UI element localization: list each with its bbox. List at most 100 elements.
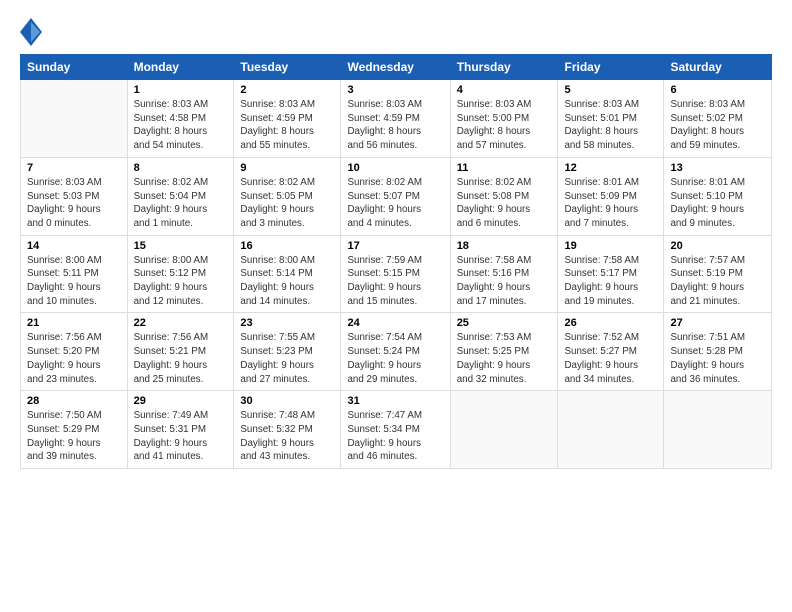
column-header-tuesday: Tuesday (234, 55, 341, 80)
calendar-cell: 1 Sunrise: 8:03 AM Sunset: 4:58 PM Daylig… (127, 80, 234, 158)
logo (20, 18, 46, 46)
calendar-week-row: 1 Sunrise: 8:03 AM Sunset: 4:58 PM Daylig… (21, 80, 772, 158)
day-info: Sunrise: 8:03 AM Sunset: 4:59 PM Dayligh… (240, 98, 334, 153)
day-info: Sunrise: 8:03 AM Sunset: 5:03 PM Dayligh… (27, 176, 121, 231)
calendar-week-row: 28Sunrise: 7:50 AM Sunset: 5:29 PM Dayli… (21, 391, 772, 469)
day-number: 3 (347, 84, 443, 96)
day-number: 23 (240, 317, 334, 329)
day-number: 7 (27, 162, 121, 174)
page: SundayMondayTuesdayWednesdayThursdayFrid… (0, 0, 792, 612)
calendar-cell: 26 Sunrise: 7:52 AM Sunset: 5:27 PM Dayli… (558, 313, 664, 391)
day-number: 31 (347, 395, 443, 407)
day-info: Sunrise: 8:02 AM Sunset: 5:05 PM Dayligh… (240, 176, 334, 231)
calendar-week-row: 7 Sunrise: 8:03 AM Sunset: 5:03 PM Daylig… (21, 157, 772, 235)
day-number: 24 (347, 317, 443, 329)
day-info: Sunrise: 8:00 AM Sunset: 5:12 PM Dayligh… (134, 254, 228, 309)
day-info: Sunrise: 8:03 AM Sunset: 4:58 PM Dayligh… (134, 98, 228, 153)
day-info: Sunrise: 8:03 AM Sunset: 5:01 PM Dayligh… (564, 98, 657, 153)
column-header-monday: Monday (127, 55, 234, 80)
calendar-header-row: SundayMondayTuesdayWednesdayThursdayFrid… (21, 55, 772, 80)
day-number: 20 (670, 240, 765, 252)
calendar-cell: 29 Sunrise: 7:49 AM Sunset: 5:31 PM Dayli… (127, 391, 234, 469)
calendar-cell (664, 391, 772, 469)
calendar-cell: 5 Sunrise: 8:03 AM Sunset: 5:01 PM Daylig… (558, 80, 664, 158)
calendar-cell: 8 Sunrise: 8:02 AM Sunset: 5:04 PM Daylig… (127, 157, 234, 235)
day-number: 1 (134, 84, 228, 96)
calendar-cell: 2 Sunrise: 8:03 AM Sunset: 4:59 PM Daylig… (234, 80, 341, 158)
day-info: Sunrise: 8:02 AM Sunset: 5:04 PM Dayligh… (134, 176, 228, 231)
calendar-cell: 9Sunrise: 8:02 AM Sunset: 5:05 PM Daylig… (234, 157, 341, 235)
day-info: Sunrise: 7:48 AM Sunset: 5:32 PM Dayligh… (240, 409, 334, 464)
calendar-cell: 30 Sunrise: 7:48 AM Sunset: 5:32 PM Dayli… (234, 391, 341, 469)
day-number: 15 (134, 240, 228, 252)
calendar-week-row: 14Sunrise: 8:00 AM Sunset: 5:11 PM Dayli… (21, 235, 772, 313)
day-number: 18 (457, 240, 552, 252)
calendar-cell (558, 391, 664, 469)
day-info: Sunrise: 8:03 AM Sunset: 5:02 PM Dayligh… (670, 98, 765, 153)
day-number: 27 (670, 317, 765, 329)
column-header-wednesday: Wednesday (341, 55, 450, 80)
day-info: Sunrise: 7:57 AM Sunset: 5:19 PM Dayligh… (670, 254, 765, 309)
day-number: 10 (347, 162, 443, 174)
calendar-cell: 17 Sunrise: 7:59 AM Sunset: 5:15 PM Dayli… (341, 235, 450, 313)
calendar-cell: 13Sunrise: 8:01 AM Sunset: 5:10 PM Dayli… (664, 157, 772, 235)
day-info: Sunrise: 7:51 AM Sunset: 5:28 PM Dayligh… (670, 331, 765, 386)
calendar-cell: 6 Sunrise: 8:03 AM Sunset: 5:02 PM Daylig… (664, 80, 772, 158)
day-number: 16 (240, 240, 334, 252)
day-info: Sunrise: 7:58 AM Sunset: 5:16 PM Dayligh… (457, 254, 552, 309)
calendar-cell: 12 Sunrise: 8:01 AM Sunset: 5:09 PM Dayli… (558, 157, 664, 235)
logo-icon (20, 18, 42, 46)
calendar-cell: 19 Sunrise: 7:58 AM Sunset: 5:17 PM Dayli… (558, 235, 664, 313)
day-number: 29 (134, 395, 228, 407)
day-number: 8 (134, 162, 228, 174)
day-number: 21 (27, 317, 121, 329)
day-info: Sunrise: 8:03 AM Sunset: 4:59 PM Dayligh… (347, 98, 443, 153)
day-info: Sunrise: 7:59 AM Sunset: 5:15 PM Dayligh… (347, 254, 443, 309)
calendar-table: SundayMondayTuesdayWednesdayThursdayFrid… (20, 54, 772, 469)
calendar-week-row: 21Sunrise: 7:56 AM Sunset: 5:20 PM Dayli… (21, 313, 772, 391)
column-header-sunday: Sunday (21, 55, 128, 80)
calendar-cell: 10Sunrise: 8:02 AM Sunset: 5:07 PM Dayli… (341, 157, 450, 235)
day-info: Sunrise: 7:56 AM Sunset: 5:21 PM Dayligh… (134, 331, 228, 386)
day-number: 30 (240, 395, 334, 407)
day-info: Sunrise: 8:01 AM Sunset: 5:09 PM Dayligh… (564, 176, 657, 231)
calendar-cell (450, 391, 558, 469)
day-info: Sunrise: 7:58 AM Sunset: 5:17 PM Dayligh… (564, 254, 657, 309)
day-info: Sunrise: 7:52 AM Sunset: 5:27 PM Dayligh… (564, 331, 657, 386)
day-number: 17 (347, 240, 443, 252)
column-header-thursday: Thursday (450, 55, 558, 80)
calendar-cell (21, 80, 128, 158)
calendar-cell: 27 Sunrise: 7:51 AM Sunset: 5:28 PM Dayli… (664, 313, 772, 391)
day-info: Sunrise: 7:54 AM Sunset: 5:24 PM Dayligh… (347, 331, 443, 386)
day-info: Sunrise: 8:03 AM Sunset: 5:00 PM Dayligh… (457, 98, 552, 153)
calendar-cell: 16 Sunrise: 8:00 AM Sunset: 5:14 PM Dayli… (234, 235, 341, 313)
day-number: 26 (564, 317, 657, 329)
column-header-saturday: Saturday (664, 55, 772, 80)
header (20, 18, 772, 46)
calendar-cell: 24 Sunrise: 7:54 AM Sunset: 5:24 PM Dayli… (341, 313, 450, 391)
calendar-cell: 3 Sunrise: 8:03 AM Sunset: 4:59 PM Daylig… (341, 80, 450, 158)
column-header-friday: Friday (558, 55, 664, 80)
day-number: 12 (564, 162, 657, 174)
day-number: 6 (670, 84, 765, 96)
day-info: Sunrise: 7:49 AM Sunset: 5:31 PM Dayligh… (134, 409, 228, 464)
calendar-cell: 28Sunrise: 7:50 AM Sunset: 5:29 PM Dayli… (21, 391, 128, 469)
calendar-cell: 22 Sunrise: 7:56 AM Sunset: 5:21 PM Dayli… (127, 313, 234, 391)
day-info: Sunrise: 7:47 AM Sunset: 5:34 PM Dayligh… (347, 409, 443, 464)
day-number: 5 (564, 84, 657, 96)
day-number: 11 (457, 162, 552, 174)
calendar-cell: 20 Sunrise: 7:57 AM Sunset: 5:19 PM Dayli… (664, 235, 772, 313)
day-number: 2 (240, 84, 334, 96)
calendar-cell: 14Sunrise: 8:00 AM Sunset: 5:11 PM Dayli… (21, 235, 128, 313)
calendar-cell: 15 Sunrise: 8:00 AM Sunset: 5:12 PM Dayli… (127, 235, 234, 313)
calendar-cell: 11 Sunrise: 8:02 AM Sunset: 5:08 PM Dayli… (450, 157, 558, 235)
day-info: Sunrise: 8:02 AM Sunset: 5:08 PM Dayligh… (457, 176, 552, 231)
day-info: Sunrise: 7:50 AM Sunset: 5:29 PM Dayligh… (27, 409, 121, 464)
calendar-cell: 31 Sunrise: 7:47 AM Sunset: 5:34 PM Dayli… (341, 391, 450, 469)
calendar-cell: 4Sunrise: 8:03 AM Sunset: 5:00 PM Daylig… (450, 80, 558, 158)
day-info: Sunrise: 8:00 AM Sunset: 5:14 PM Dayligh… (240, 254, 334, 309)
day-number: 22 (134, 317, 228, 329)
day-number: 19 (564, 240, 657, 252)
day-number: 25 (457, 317, 552, 329)
calendar-cell: 21Sunrise: 7:56 AM Sunset: 5:20 PM Dayli… (21, 313, 128, 391)
